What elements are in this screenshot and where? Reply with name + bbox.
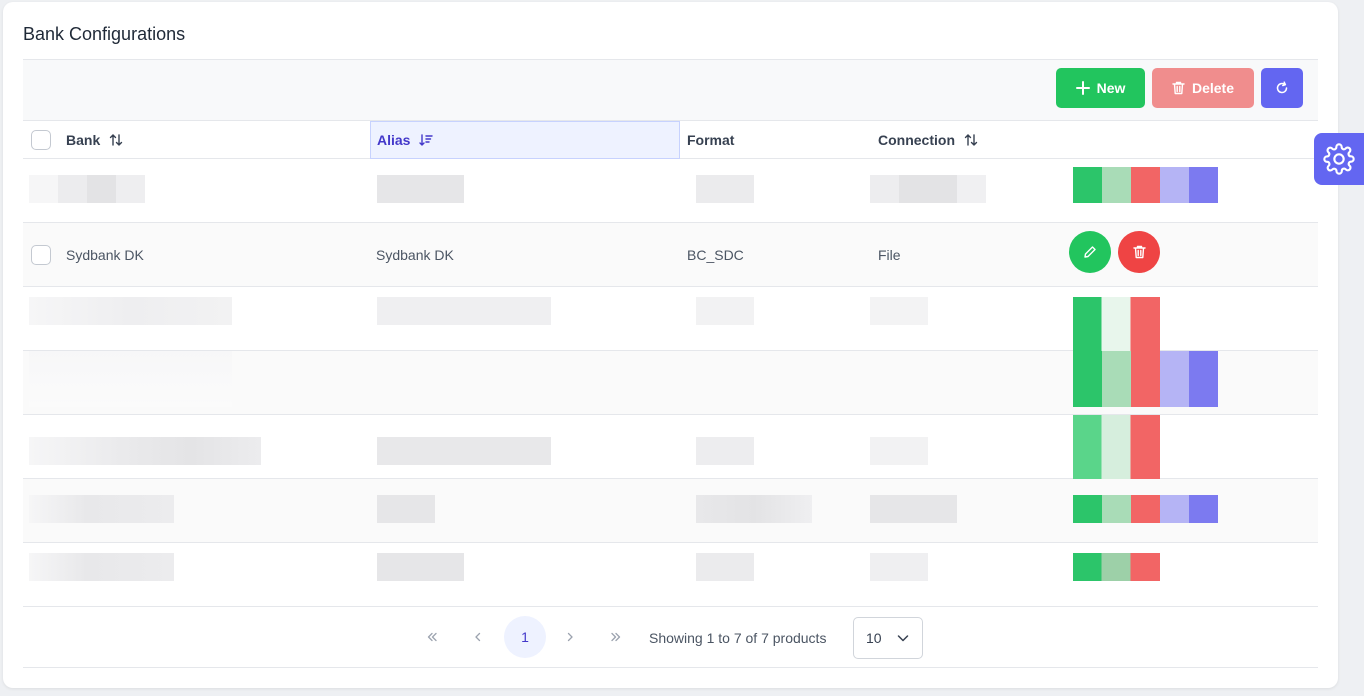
pencil-icon bbox=[1084, 246, 1096, 258]
obscured-cell bbox=[29, 553, 174, 581]
column-header-bank-label: Bank bbox=[66, 132, 101, 148]
row-checkbox[interactable] bbox=[31, 245, 51, 265]
plus-icon bbox=[1075, 81, 1090, 95]
sort-icon bbox=[110, 134, 123, 146]
obscured-cell bbox=[870, 495, 957, 523]
settings-button[interactable] bbox=[1314, 133, 1364, 185]
chevrons-left-icon bbox=[427, 632, 437, 642]
refresh-button[interactable] bbox=[1261, 68, 1303, 108]
gear-icon bbox=[1323, 143, 1355, 175]
cell-alias: Sydbank DK bbox=[376, 247, 454, 263]
sort-icon bbox=[964, 134, 978, 146]
obscured-cell bbox=[377, 495, 435, 523]
page-size-value: 10 bbox=[866, 630, 882, 646]
prev-page-button[interactable] bbox=[457, 616, 499, 658]
chevron-down-icon bbox=[897, 635, 909, 642]
obscured-actions bbox=[1073, 167, 1218, 203]
obscured-cell bbox=[696, 297, 754, 325]
table-row-obscured bbox=[23, 479, 1318, 543]
obscured-cell bbox=[870, 437, 928, 465]
obscured-actions bbox=[1073, 495, 1218, 523]
delete-button-label: Delete bbox=[1191, 80, 1235, 96]
table-row-obscured bbox=[23, 287, 1318, 351]
obscured-cell bbox=[377, 553, 464, 581]
delete-row-button[interactable] bbox=[1118, 231, 1160, 273]
pagination: 1 Showing 1 to 7 of 7 products 10 bbox=[23, 606, 1318, 668]
page-button-1[interactable]: 1 bbox=[504, 616, 546, 658]
obscured-cell bbox=[696, 437, 754, 465]
table-row: Sydbank DK Sydbank DK BC_SDC File bbox=[23, 223, 1318, 287]
chevron-right-icon bbox=[567, 632, 573, 642]
obscured-cell bbox=[870, 553, 928, 581]
obscured-actions bbox=[1073, 415, 1160, 479]
obscured-cell bbox=[29, 175, 145, 203]
pagination-summary: Showing 1 to 7 of 7 products bbox=[649, 630, 827, 646]
column-header-format[interactable]: Format bbox=[687, 121, 734, 159]
last-page-button[interactable] bbox=[595, 616, 637, 658]
chevrons-right-icon bbox=[611, 632, 621, 642]
obscured-actions bbox=[1073, 297, 1160, 351]
new-button-label: New bbox=[1096, 80, 1126, 96]
table-row-obscured bbox=[23, 159, 1318, 223]
chevron-left-icon bbox=[475, 632, 481, 642]
table-row-obscured bbox=[23, 415, 1318, 479]
table-header: Bank Alias Format Connection bbox=[23, 121, 1318, 159]
first-page-button[interactable] bbox=[411, 616, 453, 658]
column-header-connection-label: Connection bbox=[878, 132, 955, 148]
trash-icon bbox=[1132, 245, 1146, 259]
cell-connection: File bbox=[878, 247, 901, 263]
column-header-bank[interactable]: Bank bbox=[66, 121, 124, 159]
select-all-checkbox[interactable] bbox=[31, 130, 51, 150]
obscured-cell bbox=[696, 175, 754, 203]
obscured-cell bbox=[377, 175, 464, 203]
obscured-cell bbox=[870, 175, 986, 203]
obscured-cell bbox=[696, 495, 812, 523]
obscured-cell bbox=[29, 437, 261, 465]
table-row-obscured bbox=[23, 351, 1318, 415]
page-size-select[interactable]: 10 bbox=[853, 617, 923, 659]
obscured-cell bbox=[29, 495, 174, 523]
obscured-actions bbox=[1073, 351, 1218, 407]
obscured-cell bbox=[377, 437, 551, 465]
obscured-cell bbox=[696, 553, 754, 581]
obscured-cell bbox=[29, 297, 232, 325]
new-button[interactable]: New bbox=[1056, 68, 1145, 108]
table-row-obscured bbox=[23, 543, 1318, 607]
column-header-alias[interactable]: Alias bbox=[370, 121, 680, 159]
column-header-connection[interactable]: Connection bbox=[878, 121, 979, 159]
trash-icon bbox=[1172, 81, 1185, 95]
column-header-format-label: Format bbox=[687, 132, 735, 148]
column-header-alias-label: Alias bbox=[377, 132, 411, 148]
refresh-icon bbox=[1276, 81, 1288, 94]
sort-descending-icon bbox=[419, 134, 434, 146]
obscured-cell bbox=[29, 351, 232, 407]
obscured-cell bbox=[870, 297, 928, 325]
edit-button[interactable] bbox=[1069, 231, 1111, 273]
obscured-cell bbox=[377, 297, 551, 325]
delete-button[interactable]: Delete bbox=[1152, 68, 1254, 108]
bank-configurations-card: Bank Configurations New Delete Bank Alia… bbox=[3, 2, 1338, 688]
toolbar: New Delete bbox=[23, 59, 1318, 121]
cell-format: BC_SDC bbox=[687, 247, 744, 263]
obscured-actions bbox=[1073, 553, 1160, 581]
cell-bank: Sydbank DK bbox=[66, 247, 144, 263]
next-page-button[interactable] bbox=[549, 616, 591, 658]
page-title: Bank Configurations bbox=[23, 24, 186, 44]
